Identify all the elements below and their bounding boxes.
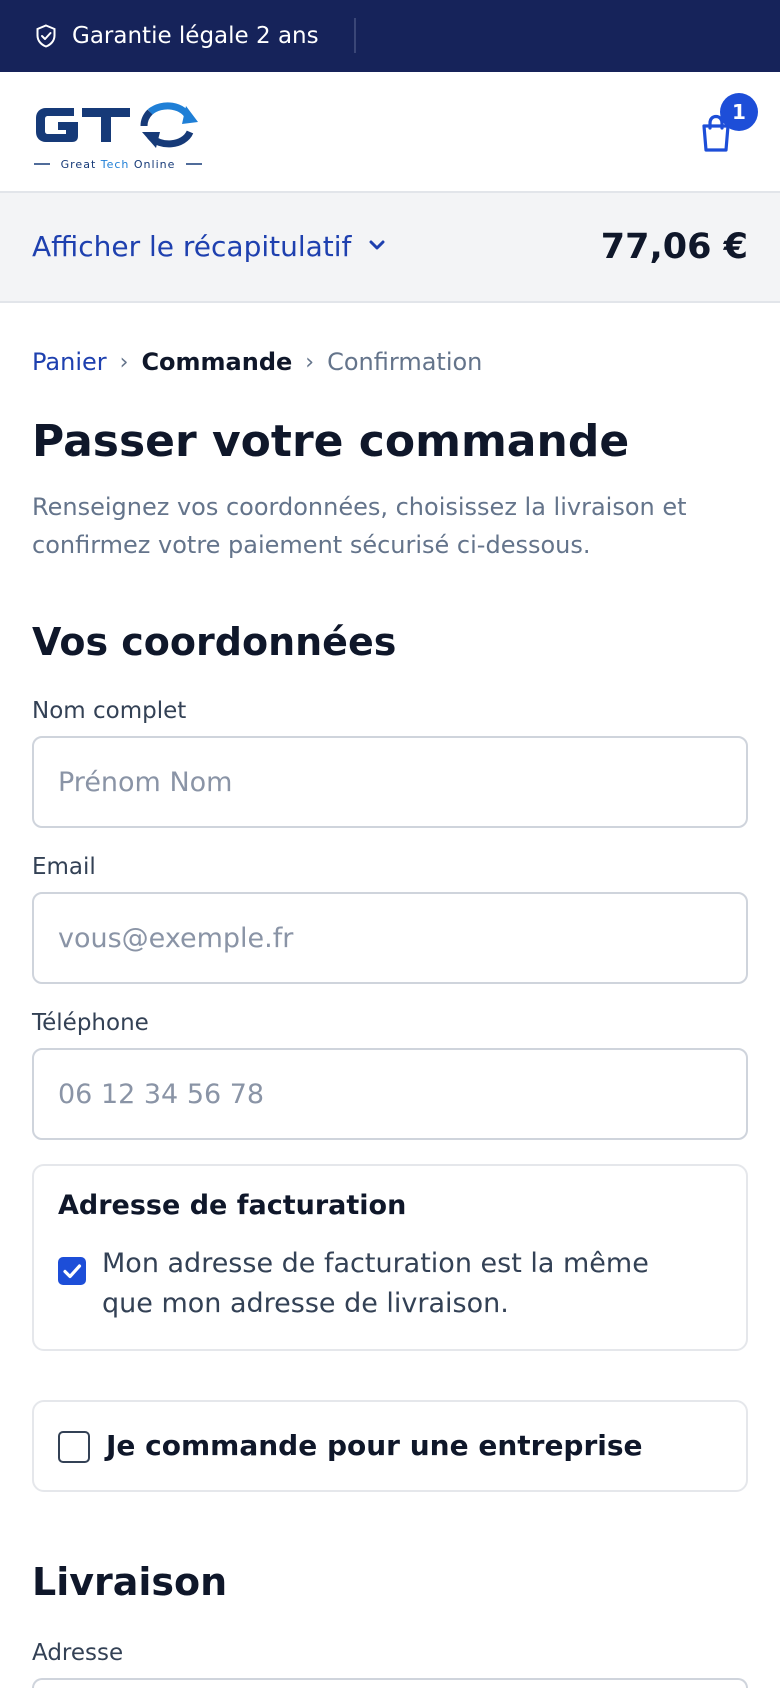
- page-intro: Renseignez vos coordonnées, choisissez l…: [32, 493, 687, 559]
- shield-check-icon: [36, 24, 56, 48]
- billing-heading: Adresse de facturation: [58, 1190, 407, 1221]
- breadcrumb-separator: ›: [119, 349, 129, 375]
- phone-input[interactable]: [32, 1048, 748, 1140]
- same-address-label[interactable]: Mon adresse de facturation est la même q…: [102, 1244, 649, 1324]
- order-summary-bar[interactable]: Afficher le récapitulatif 77,06 €: [0, 193, 780, 303]
- checkmark-icon: [63, 1264, 82, 1279]
- email-input[interactable]: [32, 892, 748, 984]
- gto-logo[interactable]: Great Tech Online: [32, 96, 204, 172]
- breadcrumb-current-step: Commande: [141, 348, 293, 376]
- svg-text:Great Tech Online: Great Tech Online: [61, 158, 176, 171]
- guarantee-text: Garantie légale 2 ans: [72, 23, 319, 49]
- breadcrumb-next-step: Confirmation: [327, 348, 483, 376]
- address-label: Adresse: [32, 1640, 124, 1666]
- same-address-label-line1: Mon adresse de facturation est la même: [102, 1248, 649, 1279]
- chevron-down-icon[interactable]: [368, 238, 386, 252]
- breadcrumb: Panier › Commande › Confirmation: [32, 344, 482, 380]
- business-order-card[interactable]: Je commande pour une entreprise: [32, 1400, 748, 1492]
- guarantee-bar: Garantie légale 2 ans: [0, 0, 780, 72]
- same-address-label-line2: que mon adresse de livraison.: [102, 1288, 509, 1319]
- page-title: Passer votre commande: [32, 416, 630, 467]
- contact-heading: Vos coordonnées: [32, 620, 397, 664]
- business-checkbox[interactable]: [58, 1431, 90, 1463]
- full-name-input[interactable]: [32, 736, 748, 828]
- delivery-heading: Livraison: [32, 1560, 228, 1604]
- billing-address-card: Adresse de facturation Mon adresse de fa…: [32, 1164, 748, 1351]
- topbar-divider: [354, 18, 356, 53]
- summary-toggle-label[interactable]: Afficher le récapitulatif: [32, 229, 351, 265]
- business-label[interactable]: Je commande pour une entreprise: [106, 1428, 643, 1464]
- breadcrumb-separator: ›: [305, 349, 315, 375]
- breadcrumb-cart-link[interactable]: Panier: [32, 348, 107, 376]
- same-address-checkbox[interactable]: [58, 1257, 86, 1285]
- order-total: 77,06 €: [600, 227, 748, 267]
- address-input[interactable]: [32, 1678, 748, 1688]
- email-label: Email: [32, 854, 96, 880]
- cart-count-badge: 1: [720, 93, 758, 131]
- name-label: Nom complet: [32, 698, 187, 724]
- phone-label: Téléphone: [32, 1010, 149, 1036]
